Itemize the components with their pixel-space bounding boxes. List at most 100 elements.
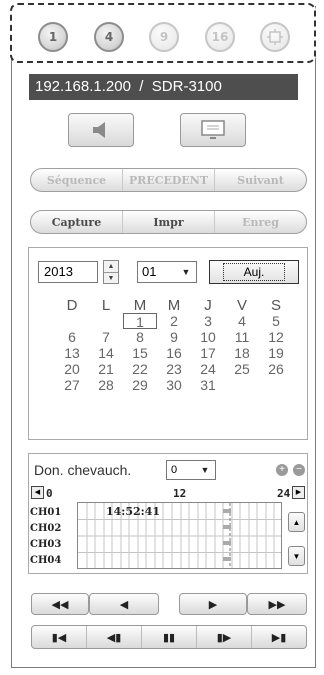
calendar-week: 20 21 22 23 24 25 26 (55, 361, 299, 377)
year-spinner[interactable]: ▲ ▼ (103, 260, 119, 284)
recording-marker (223, 525, 231, 529)
weekday-header: DLMMJVS (55, 297, 299, 314)
timeline-next-icon[interactable]: ▶ (292, 486, 305, 499)
calendar-day[interactable]: 11 (225, 329, 259, 345)
calendar-day[interactable]: 2 (157, 313, 191, 329)
split-screen-selector: 1 4 9 16 (10, 3, 316, 63)
calendar-day[interactable]: 1 (123, 313, 157, 330)
calendar-day[interactable]: 22 (123, 361, 157, 377)
calendar-empty (225, 377, 259, 393)
calendar-grid: D L M M J V S 1 2 3 4 5 6 7 8 9 10 11 12 13 14 15 16 17 18 19 20 21… (55, 297, 299, 393)
monitor-icon (201, 120, 225, 139)
split-4-button[interactable]: 4 (94, 22, 124, 52)
today-button[interactable]: Auj. (209, 260, 299, 284)
display-button[interactable] (180, 113, 246, 147)
calendar-week: 27 28 29 30 31 (55, 377, 299, 393)
calendar-day[interactable]: 26 (259, 361, 293, 377)
calendar-day[interactable]: 16 (157, 345, 191, 361)
calendar-day[interactable]: 18 (225, 345, 259, 361)
scroll-up-button[interactable]: ▲ (288, 512, 305, 532)
spinner-up-icon[interactable]: ▲ (104, 261, 118, 273)
first-frame-button[interactable]: ▮◀ (32, 626, 87, 648)
calendar-day[interactable]: 7 (89, 329, 123, 345)
recording-marker (223, 541, 231, 545)
channel-label: CH03 (30, 539, 62, 550)
print-button[interactable]: Impr (123, 211, 215, 233)
calendar-day[interactable]: 10 (191, 329, 225, 345)
overlap-label: Don. chevauch. (34, 462, 132, 478)
timeline-prev-icon[interactable]: ◀ (31, 486, 44, 499)
speaker-icon (93, 122, 105, 138)
fullscreen-icon (267, 29, 283, 45)
zoom-out-icon[interactable]: − (293, 464, 305, 476)
next-frame-button[interactable]: ▮▶ (197, 626, 252, 648)
audio-button[interactable] (68, 113, 134, 147)
calendar-day[interactable]: 27 (55, 377, 89, 393)
current-time: 14:52:41 (106, 505, 161, 518)
calendar-day[interactable]: 17 (191, 345, 225, 361)
calendar-day[interactable]: 4 (225, 313, 259, 329)
navigation-row: Séquence PRECEDENT Suivant (30, 168, 307, 192)
next-button[interactable]: Suivant (215, 169, 306, 191)
split-16-button[interactable]: 16 (205, 22, 235, 52)
calendar-day[interactable]: 12 (259, 329, 293, 345)
timeline-panel: Don. chevauch. 0 ▼ + − ◀ ▶ 0 12 24 CH01 C… (28, 453, 308, 574)
calendar-day[interactable]: 20 (55, 361, 89, 377)
year-field[interactable]: 2013 (38, 261, 98, 283)
zoom-in-icon[interactable]: + (276, 464, 288, 476)
calendar-day[interactable]: 15 (123, 345, 157, 361)
calendar-day[interactable]: 31 (191, 377, 225, 393)
calendar-week: 6 7 8 9 10 11 12 (55, 329, 299, 345)
record-button[interactable]: Enreg (215, 211, 306, 233)
calendar-day[interactable]: 28 (89, 377, 123, 393)
calendar-week: 12345 (55, 313, 299, 330)
calendar-day[interactable]: 29 (123, 377, 157, 393)
spinner-down-icon[interactable]: ▼ (104, 273, 118, 284)
calendar-day[interactable]: 24 (191, 361, 225, 377)
fast-forward-button[interactable]: ▶▶ (247, 593, 307, 615)
address-separator: / (139, 78, 144, 95)
channel-label: CH01 (30, 507, 62, 518)
calendar-day[interactable]: 5 (259, 313, 293, 329)
previous-button[interactable]: PRECEDENT (123, 169, 215, 191)
prev-frame-button[interactable]: ◀▮ (87, 626, 142, 648)
calendar-day[interactable]: 23 (157, 361, 191, 377)
calendar-day[interactable]: 21 (89, 361, 123, 377)
calendar-day[interactable]: 3 (191, 313, 225, 329)
overlap-select[interactable]: 0 ▼ (166, 460, 216, 480)
calendar-day[interactable]: 6 (55, 329, 89, 345)
device-ip: 192.168.1.200 (35, 78, 131, 95)
timeline-tick-end: 24 (277, 487, 291, 500)
calendar-empty (89, 313, 123, 329)
chevron-down-icon: ▼ (200, 465, 210, 475)
reverse-play-button[interactable]: ◀ (89, 593, 159, 615)
calendar-day[interactable]: 8 (123, 329, 157, 345)
last-frame-button[interactable]: ▶▮ (252, 626, 306, 648)
calendar-day[interactable]: 25 (225, 361, 259, 377)
channel-label: CH02 (30, 523, 62, 534)
fullscreen-button[interactable] (260, 22, 290, 52)
play-button[interactable]: ▶ (179, 593, 247, 615)
calendar-day[interactable]: 30 (157, 377, 191, 393)
frame-controls: ▮◀ ◀▮ ▮▮ ▮▶ ▶▮ (31, 625, 307, 649)
action-row: Capture Impr Enreg (30, 210, 307, 234)
channel-label: CH04 (30, 555, 62, 566)
capture-button[interactable]: Capture (31, 211, 123, 233)
recording-marker (223, 509, 231, 513)
sequence-button[interactable]: Séquence (31, 169, 123, 191)
calendar-week: 13 14 15 16 17 18 19 (55, 345, 299, 361)
split-9-button[interactable]: 9 (149, 22, 179, 52)
calendar-day[interactable]: 14 (89, 345, 123, 361)
scroll-down-button[interactable]: ▼ (288, 546, 305, 566)
calendar-day[interactable]: 9 (157, 329, 191, 345)
timeline-tick-start: 0 (46, 487, 53, 500)
calendar-day[interactable]: 19 (259, 345, 293, 361)
device-model: SDR-3100 (151, 78, 222, 95)
split-1-button[interactable]: 1 (38, 22, 68, 52)
device-address-bar: 192.168.1.200 / SDR-3100 (29, 74, 298, 100)
calendar-day[interactable]: 13 (55, 345, 89, 361)
month-select[interactable]: 01 ▼ (137, 261, 197, 283)
rewind-button[interactable]: ◀◀ (31, 593, 89, 615)
recording-marker (223, 557, 231, 561)
pause-button[interactable]: ▮▮ (142, 626, 197, 648)
